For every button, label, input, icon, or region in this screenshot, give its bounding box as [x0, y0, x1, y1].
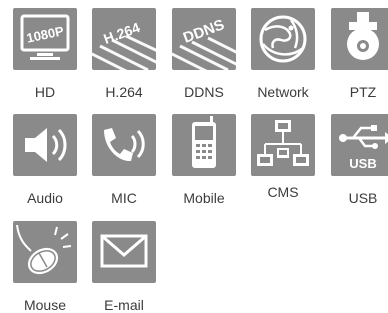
feature-label: H.264: [105, 84, 143, 100]
usb-icon: USB: [331, 114, 388, 176]
feature-mobile: Mobile: [172, 114, 236, 206]
feature-hd: 1080P HD: [13, 8, 77, 100]
badge-ddns: DDNS: [181, 16, 227, 47]
ddns-icon: DDNS: [172, 8, 236, 70]
feature-cms: CMS: [251, 114, 315, 200]
feature-audio: Audio: [13, 114, 77, 206]
feature-email: E-mail: [92, 221, 156, 313]
envelope-email-icon: [92, 221, 156, 283]
badge-usb: USB: [349, 156, 376, 171]
mobile-phone-icon: [172, 114, 236, 176]
hd-1080p-monitor-icon: 1080P: [13, 8, 77, 70]
feature-label: Network: [257, 84, 309, 100]
feature-label: MIC: [111, 190, 137, 206]
speaker-audio-icon: [13, 114, 77, 176]
feature-h264: H.264 H.264: [92, 8, 156, 100]
feature-network: Network: [251, 8, 315, 100]
cms-network-icon: [251, 114, 315, 176]
badge-h264: H.264: [101, 19, 142, 47]
feature-label: USB: [348, 190, 378, 206]
badge-1080p: 1080P: [25, 23, 65, 46]
feature-mouse: Mouse: [13, 221, 77, 313]
mouse-icon: [13, 221, 77, 283]
phone-mic-icon: [92, 114, 156, 176]
feature-ptz: PTZ: [331, 8, 388, 100]
globe-network-icon: [251, 8, 315, 70]
feature-label: PTZ: [349, 84, 377, 100]
feature-usb: USB USB: [331, 114, 388, 206]
ptz-dome-camera-icon: [331, 8, 388, 70]
feature-mic: MIC: [92, 114, 156, 206]
feature-label: CMS: [267, 184, 299, 200]
h264-codec-icon: H.264: [92, 8, 156, 70]
feature-ddns: DDNS DDNS: [172, 8, 236, 100]
